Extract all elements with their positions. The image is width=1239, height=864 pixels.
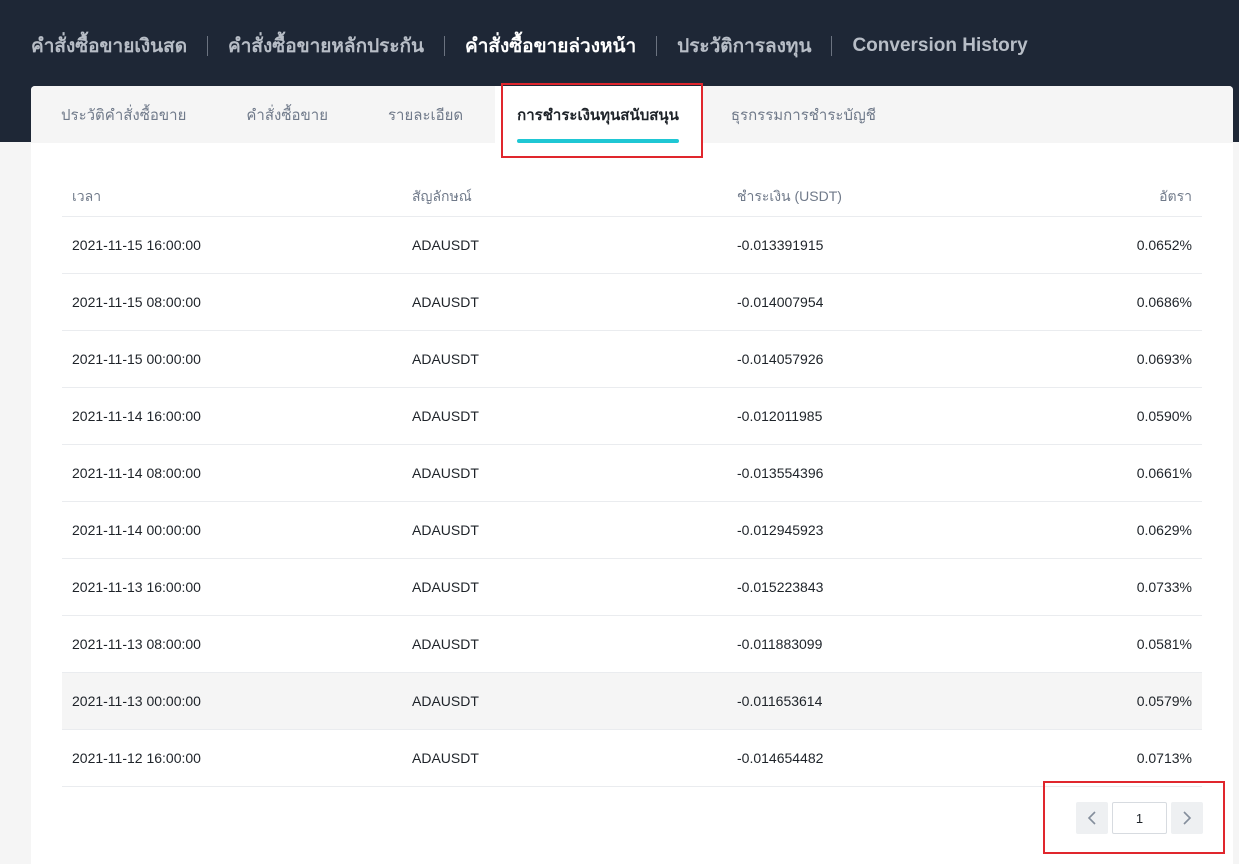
cell-rate: 0.0581% — [1027, 615, 1202, 673]
nav-divider — [656, 36, 658, 56]
cell-payment: -0.011653614 — [727, 672, 1027, 730]
cell-payment: -0.013554396 — [727, 444, 1027, 502]
cell-rate: 0.0652% — [1027, 216, 1202, 274]
cell-rate: 0.0686% — [1027, 273, 1202, 331]
sub-tab-label: รายละเอียด — [387, 106, 464, 124]
cell-payment: -0.014007954 — [727, 273, 1027, 331]
table-row: 2021-11-13 00:00:00 ADAUSDT -0.011653614 0.… — [62, 672, 1202, 730]
main-tab-spot-orders[interactable]: คำสั่งซื้อขายเงินสด — [31, 31, 187, 61]
chevron-right-icon — [1183, 811, 1192, 825]
cell-rate: 0.0693% — [1027, 330, 1202, 388]
sub-nav: ประวัติคำสั่งซื้อขาย คำสั่งซื้อขาย รายละ… — [31, 86, 1233, 143]
nav-divider — [831, 36, 833, 56]
table-row: 2021-11-15 08:00:00 ADAUSDT -0.014007954 0.… — [62, 273, 1202, 331]
cell-rate: 0.0713% — [1027, 729, 1202, 787]
main-nav: คำสั่งซื้อขายเงินสด คำสั่งซื้อขายหลักประ… — [31, 28, 1028, 64]
cell-time: 2021-11-12 16:00:00 — [62, 729, 402, 787]
cell-rate: 0.0733% — [1027, 558, 1202, 616]
cell-symbol: ADAUSDT — [402, 216, 727, 274]
cell-payment: -0.014057926 — [727, 330, 1027, 388]
chevron-left-icon — [1087, 811, 1096, 825]
cell-symbol: ADAUSDT — [402, 615, 727, 673]
table-row: 2021-11-15 00:00:00 ADAUSDT -0.014057926 0.… — [62, 330, 1202, 388]
nav-divider — [444, 36, 446, 56]
cell-rate: 0.0661% — [1027, 444, 1202, 502]
cell-rate: 0.0629% — [1027, 501, 1202, 559]
sub-tab-details[interactable]: รายละเอียด — [358, 86, 493, 143]
cell-symbol: ADAUSDT — [402, 444, 727, 502]
cell-symbol: ADAUSDT — [402, 273, 727, 331]
table-row: 2021-11-13 08:00:00 ADAUSDT -0.011883099 0.… — [62, 615, 1202, 673]
column-header-payment: ชำระเงิน (USDT) — [727, 178, 1027, 217]
main-tab-margin-orders[interactable]: คำสั่งซื้อขายหลักประกัน — [228, 31, 424, 61]
sub-tab-label: ประวัติคำสั่งซื้อขาย — [61, 106, 187, 124]
table-row: 2021-11-15 16:00:00 ADAUSDT -0.013391915 0.… — [62, 216, 1202, 274]
pagination — [1076, 802, 1203, 834]
cell-symbol: ADAUSDT — [402, 387, 727, 445]
main-tab-investment-history[interactable]: ประวัติการลงทุน — [677, 31, 811, 61]
cell-symbol: ADAUSDT — [402, 330, 727, 388]
cell-symbol: ADAUSDT — [402, 501, 727, 559]
sub-tab-settlement-transactions[interactable]: ธุรกรรมการชำระบัญชี — [701, 86, 906, 143]
page-number-input[interactable] — [1112, 802, 1167, 834]
sub-tab-label: การชำระเงินทุนสนับสนุน — [517, 106, 679, 124]
cell-payment: -0.011883099 — [727, 615, 1027, 673]
table-row: 2021-11-14 00:00:00 ADAUSDT -0.012945923 0.… — [62, 501, 1202, 559]
prev-page-button[interactable] — [1076, 802, 1108, 834]
column-header-symbol: สัญลักษณ์ — [402, 178, 727, 217]
cell-symbol: ADAUSDT — [402, 558, 727, 616]
cell-time: 2021-11-15 00:00:00 — [62, 330, 402, 388]
table-header-row: เวลา สัญลักษณ์ ชำระเงิน (USDT) อัตรา — [62, 178, 1202, 217]
cell-payment: -0.012945923 — [727, 501, 1027, 559]
table-row: 2021-11-14 08:00:00 ADAUSDT -0.013554396 0.… — [62, 444, 1202, 502]
main-tab-futures-orders[interactable]: คำสั่งซื้อขายล่วงหน้า — [465, 31, 636, 61]
nav-divider — [207, 36, 209, 56]
cell-payment: -0.012011985 — [727, 387, 1027, 445]
cell-time: 2021-11-14 16:00:00 — [62, 387, 402, 445]
column-header-time: เวลา — [62, 178, 402, 217]
cell-time: 2021-11-15 08:00:00 — [62, 273, 402, 331]
table-row: 2021-11-12 16:00:00 ADAUSDT -0.014654482 0.… — [62, 729, 1202, 787]
funding-payments-table: เวลา สัญลักษณ์ ชำระเงิน (USDT) อัตรา 202… — [62, 178, 1202, 787]
cell-time: 2021-11-13 16:00:00 — [62, 558, 402, 616]
main-tab-conversion-history[interactable]: Conversion History — [852, 35, 1027, 57]
sub-tab-label: คำสั่งซื้อขาย — [246, 106, 328, 124]
sub-tab-funding-payments[interactable]: การชำระเงินทุนสนับสนุน — [495, 86, 701, 143]
cell-payment: -0.015223843 — [727, 558, 1027, 616]
cell-payment: -0.013391915 — [727, 216, 1027, 274]
cell-payment: -0.014654482 — [727, 729, 1027, 787]
content-panel: ประวัติคำสั่งซื้อขาย คำสั่งซื้อขาย รายละ… — [31, 86, 1233, 864]
cell-rate: 0.0579% — [1027, 672, 1202, 730]
sub-tab-label: ธุรกรรมการชำระบัญชี — [730, 106, 876, 124]
cell-time: 2021-11-14 08:00:00 — [62, 444, 402, 502]
cell-symbol: ADAUSDT — [402, 672, 727, 730]
sub-tab-orders[interactable]: คำสั่งซื้อขาย — [216, 86, 358, 143]
column-header-rate: อัตรา — [1027, 178, 1202, 217]
cell-time: 2021-11-13 00:00:00 — [62, 672, 402, 730]
sub-tab-order-history[interactable]: ประวัติคำสั่งซื้อขาย — [31, 86, 216, 143]
cell-time: 2021-11-15 16:00:00 — [62, 216, 402, 274]
next-page-button[interactable] — [1171, 802, 1203, 834]
cell-time: 2021-11-14 00:00:00 — [62, 501, 402, 559]
table-row: 2021-11-14 16:00:00 ADAUSDT -0.012011985 0.… — [62, 387, 1202, 445]
active-tab-indicator — [517, 139, 679, 143]
cell-symbol: ADAUSDT — [402, 729, 727, 787]
cell-time: 2021-11-13 08:00:00 — [62, 615, 402, 673]
cell-rate: 0.0590% — [1027, 387, 1202, 445]
table-row: 2021-11-13 16:00:00 ADAUSDT -0.015223843 0.… — [62, 558, 1202, 616]
